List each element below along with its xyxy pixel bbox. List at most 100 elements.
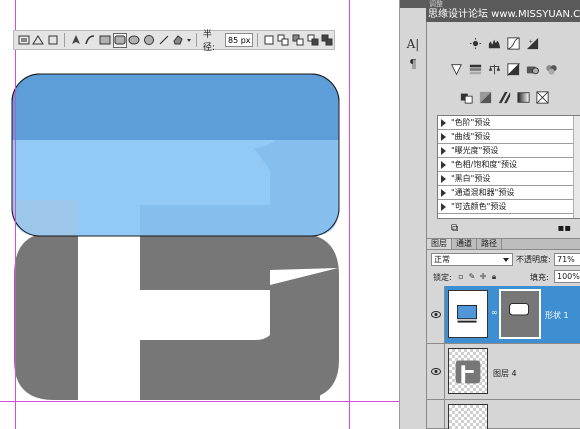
color-balance-icon[interactable] [487, 62, 502, 77]
blend-mode-select[interactable]: 正常 [431, 253, 513, 266]
invert-icon[interactable] [459, 90, 474, 105]
line-icon[interactable] [157, 33, 171, 48]
link-chain-icon[interactable]: ∞ [491, 308, 498, 317]
tab-adjustments[interactable]: 调整 [429, 0, 443, 8]
preset-item[interactable]: "黑白"预设 [438, 172, 580, 186]
lock-transparency-icon[interactable]: ▫ [457, 272, 465, 281]
rounded-rectangle-icon[interactable] [112, 32, 127, 48]
custom-shape-icon[interactable] [171, 33, 185, 48]
expand-triangle-icon[interactable] [441, 118, 446, 127]
panel-title-strip: 调整 思缘设计论坛 www.MISSYUAN.COM [426, 0, 580, 22]
intersect-shape-area-icon[interactable] [306, 33, 320, 48]
preset-label: "黑白"预设 [451, 174, 491, 183]
opacity-label: 不透明度: [516, 255, 551, 264]
guide-vertical [349, 0, 350, 429]
expand-triangle-icon[interactable] [441, 202, 446, 211]
black-white-icon[interactable] [506, 62, 521, 77]
levels-icon[interactable] [487, 36, 502, 51]
channel-mixer-icon[interactable] [544, 62, 559, 77]
document-canvas[interactable]: 半径: [0, 0, 399, 429]
vector-mask-thumbnail [499, 289, 541, 339]
expand-triangle-icon[interactable] [441, 132, 446, 141]
preset-item[interactable]: "通道混和器"预设 [438, 186, 580, 200]
selective-color-icon[interactable] [535, 90, 550, 105]
expand-triangle-icon[interactable] [441, 188, 446, 197]
lock-image-icon[interactable]: ✎ [468, 272, 476, 281]
tab-layers[interactable]: 图层 [427, 239, 452, 249]
new-shape-area-icon[interactable] [262, 33, 276, 48]
photo-filter-icon[interactable] [525, 62, 540, 77]
add-shape-area-icon[interactable] [277, 33, 291, 48]
fill-input[interactable]: 100% [554, 270, 580, 283]
layer-row-partial[interactable] [427, 400, 580, 429]
svg-text:+: + [529, 39, 533, 45]
preset-label: "曝光度"预设 [451, 146, 499, 155]
clip-to-layer-icon[interactable]: ⧉ [451, 223, 458, 234]
layers-panel-tabs: 图层 通道 路径 [427, 238, 580, 250]
white-cutout-bar [140, 290, 270, 340]
shape-layers-icon[interactable] [17, 33, 31, 48]
freeform-pen-icon[interactable] [83, 33, 97, 48]
preset-item[interactable]: "可选颜色"预设 [438, 200, 580, 214]
ellipse-icon[interactable] [128, 33, 142, 48]
preset-item[interactable]: "色阶"预设 [438, 116, 580, 130]
tab-channels[interactable]: 通道 [452, 239, 477, 249]
expand-triangle-icon[interactable] [441, 174, 446, 183]
visibility-eye-icon[interactable] [427, 286, 445, 343]
hue-saturation-icon[interactable] [468, 62, 483, 77]
separator [63, 33, 65, 47]
layer-thumbnail [448, 348, 488, 394]
shape-options-bar: 半径: [13, 30, 335, 53]
layer-thumbnail [448, 404, 488, 429]
exclude-shape-area-icon[interactable] [320, 33, 334, 48]
artwork [11, 73, 340, 400]
rectangle-icon[interactable] [98, 33, 112, 48]
character-icon[interactable]: A| [405, 36, 421, 52]
vibrance-icon[interactable] [449, 62, 464, 77]
lock-position-icon[interactable]: ✛ [479, 272, 487, 281]
layer-row-shape-1[interactable]: ∞ 形状 1 [427, 286, 580, 344]
visibility-eye-icon[interactable] [427, 344, 445, 399]
white-cutout [78, 233, 140, 400]
radius-input[interactable] [225, 33, 253, 47]
layer-row-image[interactable]: 图层 4 [427, 344, 580, 400]
layer-name[interactable]: 形状 1 [545, 310, 569, 321]
overlap-gray-region [12, 200, 78, 236]
brightness-contrast-icon[interactable] [468, 36, 483, 51]
chevron-down-icon [503, 258, 509, 262]
subtract-shape-area-icon[interactable] [291, 33, 305, 48]
tab-paths[interactable]: 路径 [477, 239, 502, 249]
lock-all-icon[interactable]: 🔒︎ [490, 272, 498, 281]
layer-name[interactable]: 图层 4 [493, 368, 517, 379]
preset-label: "色阶"预设 [451, 118, 491, 127]
presets-scrollbar[interactable] [573, 116, 580, 218]
preset-label: "可选颜色"预设 [451, 202, 507, 211]
polygon-icon[interactable] [142, 33, 156, 48]
adjustment-presets-list: "色阶"预设 "曲线"预设 "曝光度"预设 "色相/饱和度"预设 "黑白"预设 … [437, 115, 580, 219]
threshold-icon[interactable] [497, 90, 512, 105]
adjustments-footer: ⧉ ▪▪ [427, 222, 580, 236]
preset-item[interactable]: "曝光度"预设 [438, 144, 580, 158]
guide-horizontal [0, 401, 399, 402]
chevron-down-icon[interactable] [186, 33, 192, 48]
opacity-input[interactable]: 71% [554, 253, 580, 266]
curves-icon[interactable] [506, 36, 521, 51]
exposure-icon[interactable]: + [525, 36, 540, 51]
paths-icon[interactable] [32, 33, 46, 48]
guide-vertical [15, 0, 16, 429]
fill-pixels-icon[interactable] [46, 33, 60, 48]
expand-triangle-icon[interactable] [441, 146, 446, 155]
preset-label: "色相/饱和度"预设 [451, 160, 518, 169]
adjustments-row-1: + [427, 36, 580, 51]
preset-item[interactable]: "曲线"预设 [438, 130, 580, 144]
posterize-icon[interactable] [478, 90, 493, 105]
layer-thumbnail [448, 290, 488, 338]
panel-options-icon[interactable]: ▪▪ [557, 223, 571, 234]
gradient-map-icon[interactable] [516, 90, 531, 105]
adjustments-row-3 [427, 90, 580, 105]
preset-item[interactable]: "色相/饱和度"预设 [438, 158, 580, 172]
paragraph-icon[interactable]: ¶ [405, 56, 421, 72]
expand-triangle-icon[interactable] [441, 160, 446, 169]
pen-icon[interactable] [69, 33, 83, 48]
visibility-eye-icon[interactable] [427, 400, 445, 428]
